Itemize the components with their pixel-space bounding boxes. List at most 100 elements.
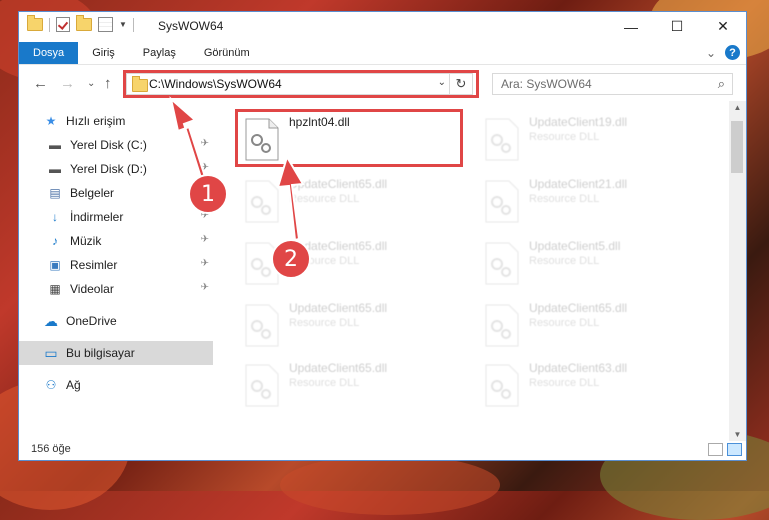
file-name: UpdateClient63.dll [529, 361, 628, 375]
background-foliage [280, 455, 500, 515]
file-tile[interactable]: UpdateClient21.dll Resource DLL [477, 173, 707, 229]
sidebar-item-label: Resimler [70, 258, 118, 272]
sidebar-item-local-disk-c[interactable]: ▬ Yerel Disk (C:) ✈ [19, 133, 213, 157]
dll-file-icon [485, 364, 519, 407]
sidebar-item-label: Hızlı erişim [66, 114, 126, 128]
search-placeholder: Ara: SysWOW64 [501, 77, 592, 91]
file-tile[interactable]: UpdateClient19.dll Resource DLL [477, 111, 707, 167]
sidebar-item-label: Bu bilgisayar [66, 346, 135, 360]
file-tile[interactable]: UpdateClient65.dll Resource DLL [237, 357, 467, 413]
scrollbar-thumb[interactable] [731, 121, 743, 173]
search-input[interactable]: Ara: SysWOW64 ⌕ [492, 73, 733, 95]
back-arrow-icon[interactable]: ← [33, 75, 48, 92]
pin-icon[interactable]: ✈ [201, 162, 209, 173]
pin-icon[interactable]: ✈ [201, 282, 209, 293]
file-type: Resource DLL [529, 255, 600, 267]
pin-icon[interactable]: ✈ [201, 258, 209, 269]
divider [132, 17, 134, 32]
file-type: Resource DLL [529, 317, 600, 329]
download-icon: ↓ [52, 210, 58, 224]
pin-icon[interactable]: ✈ [201, 234, 209, 245]
file-name: UpdateClient21.dll [529, 177, 628, 191]
computer-icon: ▭ [44, 344, 58, 361]
dll-file-icon [245, 180, 279, 223]
sidebar-item-documents[interactable]: ▤ Belgeler ✈ [19, 181, 213, 205]
expand-ribbon-icon[interactable]: ⌄ [706, 46, 716, 60]
sidebar-item-quick-access[interactable]: ★ Hızlı erişim [19, 109, 213, 133]
quick-access-toolbar: ▼ [27, 15, 134, 32]
close-button[interactable]: ✕ [700, 12, 746, 41]
maximize-button[interactable]: ☐ [654, 12, 700, 41]
forward-arrow-icon[interactable]: → [60, 75, 75, 92]
view-toggle [708, 443, 742, 456]
vertical-scrollbar[interactable]: ▲ ▼ [729, 101, 746, 441]
window-controls: — ☐ ✕ [608, 12, 746, 41]
file-type: Resource DLL [529, 131, 600, 143]
file-tile[interactable]: UpdateClient65.dll Resource DLL [237, 297, 467, 353]
file-type: Resource DLL [529, 377, 600, 389]
file-type: Resource DLL [289, 377, 360, 389]
sidebar-item-onedrive[interactable]: ☁ OneDrive [19, 309, 213, 333]
video-icon: ▦ [49, 282, 61, 296]
help-icon[interactable]: ? [725, 45, 740, 60]
divider [49, 17, 50, 32]
sidebar-item-label: Müzik [70, 234, 102, 248]
chevron-down-icon[interactable]: ▼ [119, 20, 127, 29]
sidebar-item-label: OneDrive [66, 314, 117, 328]
explorer-window: ▼ SysWOW64 — ☐ ✕ Dosya Giriş Paylaş Görü… [18, 11, 747, 461]
address-row: ← → ⌄ ↑ C:\Windows\SysWOW64 ⌄ ↻ Ara: Sys… [19, 64, 746, 101]
customize-icon[interactable] [98, 17, 113, 32]
file-type: Resource DLL [289, 193, 360, 205]
file-name: UpdateClient19.dll [529, 115, 628, 129]
pin-icon[interactable]: ✈ [201, 138, 209, 149]
tab-view[interactable]: Görünüm [190, 42, 264, 64]
sidebar-item-music[interactable]: ♪ Müzik ✈ [19, 229, 213, 253]
file-tile[interactable]: UpdateClient63.dll Resource DLL [477, 357, 707, 413]
cloud-icon: ☁ [44, 312, 58, 329]
tab-share[interactable]: Paylaş [129, 42, 190, 64]
sidebar-item-local-disk-d[interactable]: ▬ Yerel Disk (D:) ✈ [19, 157, 213, 181]
sidebar-item-this-pc[interactable]: ▭ Bu bilgisayar [19, 341, 213, 365]
file-highlight-box [235, 109, 463, 167]
details-view-icon[interactable] [708, 443, 723, 456]
dll-file-icon [245, 364, 279, 407]
scroll-up-icon[interactable]: ▲ [729, 103, 746, 112]
navigation-pane: ★ Hızlı erişim ▬ Yerel Disk (C:) ✈ ▬ Yer… [19, 101, 213, 441]
dll-file-icon [485, 118, 519, 161]
tab-home[interactable]: Giriş [78, 42, 129, 64]
file-name: UpdateClient5.dll [529, 239, 621, 253]
sidebar-item-label: Ağ [66, 378, 81, 392]
file-name: UpdateClient65.dll [289, 361, 388, 375]
recent-locations-icon[interactable]: ⌄ [87, 78, 95, 89]
sidebar-item-network[interactable]: ⚇ Ağ [19, 373, 213, 397]
ribbon-tabs: Dosya Giriş Paylaş Görünüm [19, 42, 746, 64]
sidebar-item-downloads[interactable]: ↓ İndirmeler ✈ [19, 205, 213, 229]
tiles-view-icon[interactable] [727, 443, 742, 456]
window-title: SysWOW64 [158, 19, 224, 33]
star-icon: ★ [45, 114, 57, 128]
up-arrow-icon[interactable]: ↑ [104, 75, 112, 92]
file-tile[interactable]: UpdateClient5.dll Resource DLL [477, 235, 707, 291]
dll-file-icon [245, 304, 279, 347]
file-tile[interactable]: UpdateClient65.dll Resource DLL [237, 173, 467, 229]
music-icon: ♪ [52, 234, 58, 248]
new-folder-icon[interactable] [76, 15, 92, 31]
minimize-button[interactable]: — [608, 12, 654, 41]
tab-file[interactable]: Dosya [19, 42, 79, 64]
step-callout-2: 2 [271, 239, 311, 279]
sidebar-item-videos[interactable]: ▦ Videolar ✈ [19, 277, 213, 301]
item-count: 156 öğe [31, 443, 71, 455]
file-tile[interactable]: UpdateClient65.dll Resource DLL [477, 297, 707, 353]
status-bar: 156 öğe [19, 438, 746, 460]
dll-file-icon [485, 304, 519, 347]
file-name: UpdateClient65.dll [289, 177, 388, 191]
properties-check-icon[interactable] [56, 17, 70, 32]
file-name: UpdateClient65.dll [289, 301, 388, 315]
sidebar-item-label: Belgeler [70, 186, 115, 200]
sidebar-item-pictures[interactable]: ▣ Resimler ✈ [19, 253, 213, 277]
folder-icon [27, 15, 43, 31]
file-type: Resource DLL [529, 193, 600, 205]
search-icon[interactable]: ⌕ [718, 76, 725, 92]
dll-file-icon [485, 242, 519, 285]
pictures-icon: ▣ [49, 258, 61, 272]
